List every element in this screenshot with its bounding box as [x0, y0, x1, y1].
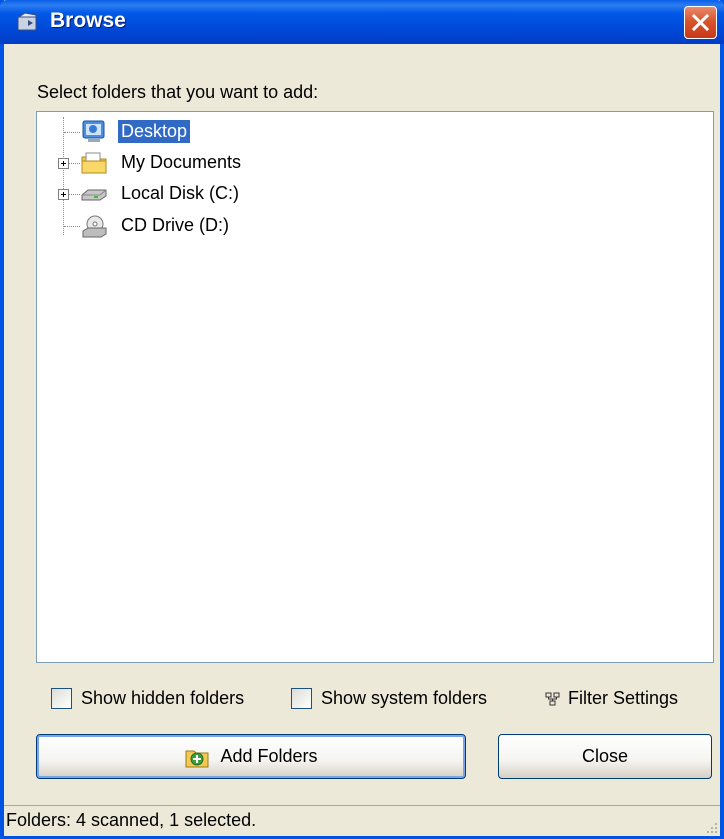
close-label: Close: [581, 746, 629, 766]
browse-folder-icon: [17, 12, 37, 31]
tree-item-label: Local Disk (C:): [121, 183, 240, 203]
close-window-button[interactable]: [684, 6, 717, 39]
checkbox-label: Show system folders: [321, 688, 488, 708]
close-button[interactable]: Close: [498, 734, 712, 779]
hard-disk-icon: [81, 189, 107, 201]
tree-item-my-documents[interactable]: My Documents: [37, 148, 713, 178]
close-icon: [692, 14, 709, 31]
status-bar: Folders: 4 scanned, 1 selected.: [4, 805, 720, 836]
tree-item-local-disk[interactable]: Local Disk (C:): [37, 179, 713, 209]
expand-toggle[interactable]: [58, 189, 69, 200]
filter-settings-icon: [545, 692, 560, 705]
tree-item-label: My Documents: [121, 152, 242, 172]
expand-toggle[interactable]: [58, 158, 69, 169]
tree-item-cd-drive[interactable]: CD Drive (D:): [37, 211, 713, 241]
folder-tree[interactable]: Desktop My Documents Local Disk (C:) CD …: [36, 111, 714, 663]
tree-item-label: Desktop: [116, 119, 192, 144]
filter-settings-link[interactable]: Filter Settings: [544, 688, 678, 709]
add-folders-button[interactable]: Add Folders: [36, 734, 466, 779]
cd-drive-icon: [82, 215, 107, 238]
checkbox-label: Show hidden folders: [81, 688, 245, 708]
desktop-icon: [82, 120, 105, 142]
show-hidden-folders-checkbox[interactable]: Show hidden folders: [51, 688, 244, 709]
title-bar[interactable]: Browse: [0, 0, 724, 44]
checkbox-box[interactable]: [291, 688, 312, 709]
my-documents-icon: [81, 152, 107, 174]
tree-item-label: CD Drive (D:): [121, 215, 229, 235]
status-text: Folders: 4 scanned, 1 selected.: [6, 810, 257, 830]
filter-settings-label: Filter Settings: [568, 688, 679, 708]
add-folder-icon: [185, 750, 209, 767]
add-folders-label: Add Folders: [220, 746, 318, 766]
checkbox-box[interactable]: [51, 688, 72, 709]
window-title: Browse: [50, 9, 126, 32]
tree-item-desktop[interactable]: Desktop: [37, 117, 713, 147]
instruction-label: Select folders that you want to add:: [37, 82, 319, 102]
browse-dialog: Browse Select folders that you want to a…: [0, 0, 724, 839]
show-system-folders-checkbox[interactable]: Show system folders: [291, 688, 487, 709]
resize-grip-icon[interactable]: [704, 820, 718, 834]
